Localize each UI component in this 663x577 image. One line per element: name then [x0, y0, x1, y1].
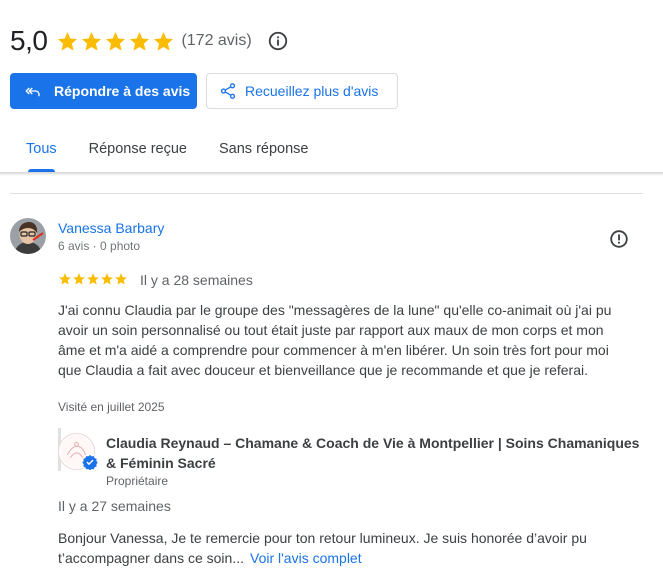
read-full-review-link[interactable]: Voir l'avis complet: [250, 550, 362, 566]
review-count: (172 avis): [181, 32, 252, 49]
reply-date: Il y a 27 semaines: [58, 498, 171, 514]
reviewer-name[interactable]: Vanessa Barbary: [58, 220, 164, 236]
star-icon: [58, 31, 78, 51]
collect-reviews-button[interactable]: Recueillez plus d'avis: [206, 73, 398, 109]
collect-reviews-label: Recueillez plus d'avis: [245, 83, 379, 99]
share-icon: [220, 83, 236, 99]
divider: [10, 193, 643, 194]
star-icon: [59, 273, 71, 285]
tab-all[interactable]: Tous: [0, 128, 73, 172]
star-icon: [130, 31, 150, 51]
action-bar: Répondre à des avis Recueillez plus d'av…: [10, 73, 398, 109]
review-stars: [58, 272, 128, 286]
star-icon: [73, 273, 85, 285]
verified-badge-icon: [82, 454, 98, 470]
owner-role: Propriétaire: [106, 474, 169, 488]
visit-date: Visité en juillet 2025: [58, 400, 165, 414]
star-icon: [101, 273, 113, 285]
rating-stars: [56, 30, 175, 53]
tabs-shadow: [0, 172, 663, 176]
avatar[interactable]: [10, 218, 46, 254]
report-icon[interactable]: [608, 228, 630, 250]
star-icon: [106, 31, 126, 51]
star-icon: [154, 31, 174, 51]
owner-name: Claudia Reynaud – Chamane & Coach de Vie…: [106, 435, 640, 471]
reviewer-meta: 6 avis · 0 photo: [58, 239, 141, 253]
tab-replied[interactable]: Réponse reçue: [73, 128, 203, 172]
reply-to-reviews-label: Répondre à des avis: [54, 83, 191, 99]
star-icon: [115, 273, 127, 285]
star-icon: [82, 31, 102, 51]
review-text: J'ai connu Claudia par le groupe des "me…: [58, 302, 612, 378]
tab-unanswered[interactable]: Sans réponse: [203, 128, 324, 172]
avatar-image: [10, 218, 46, 254]
reply-to-reviews-button[interactable]: Répondre à des avis: [10, 73, 197, 109]
reply-all-icon: [25, 87, 40, 97]
info-icon[interactable]: [267, 30, 289, 52]
review-date: Il y a 28 semaines: [140, 272, 253, 288]
rating-summary: 5,0 (172 avis): [10, 24, 289, 58]
review-filter-tabs: Tous Réponse reçue Sans réponse: [0, 128, 663, 174]
reply-text: Bonjour Vanessa, Je te remercie pour ton…: [58, 528, 633, 568]
star-icon: [87, 273, 99, 285]
rating-value: 5,0: [10, 25, 48, 56]
